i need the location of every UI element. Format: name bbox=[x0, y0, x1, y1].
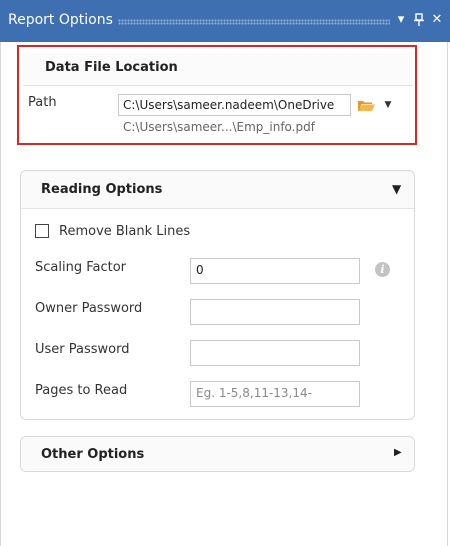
pages-to-read-label: Pages to Read bbox=[35, 383, 128, 398]
expand-triangle-icon[interactable]: ▶ bbox=[394, 447, 402, 458]
owner-password-input[interactable] bbox=[190, 299, 360, 325]
collapse-triangle-icon[interactable]: ▼ bbox=[392, 182, 401, 196]
info-icon[interactable]: i bbox=[375, 262, 390, 277]
drag-grip[interactable] bbox=[118, 19, 390, 25]
user-password-label: User Password bbox=[35, 342, 130, 357]
scaling-factor-input[interactable]: 0 bbox=[190, 258, 360, 284]
panel-title: Report Options bbox=[8, 12, 113, 28]
pages-to-read-input[interactable]: Eg. 1-5,8,11-13,14- bbox=[190, 381, 360, 407]
chevron-down-icon[interactable]: ▾ bbox=[394, 12, 408, 28]
remove-blank-lines-label[interactable]: Remove Blank Lines bbox=[59, 224, 190, 239]
other-options-title: Other Options bbox=[41, 447, 145, 462]
user-password-input[interactable] bbox=[190, 340, 360, 366]
panel-titlebar: Report Options ▾ ✕ bbox=[0, 0, 450, 42]
reading-options-title: Reading Options bbox=[41, 182, 163, 197]
highlight-box bbox=[17, 45, 417, 145]
scaling-factor-label: Scaling Factor bbox=[35, 260, 127, 275]
owner-password-label: Owner Password bbox=[35, 301, 143, 316]
pin-icon[interactable] bbox=[412, 12, 426, 28]
remove-blank-lines-checkbox[interactable] bbox=[35, 224, 49, 238]
close-icon[interactable]: ✕ bbox=[430, 12, 444, 28]
